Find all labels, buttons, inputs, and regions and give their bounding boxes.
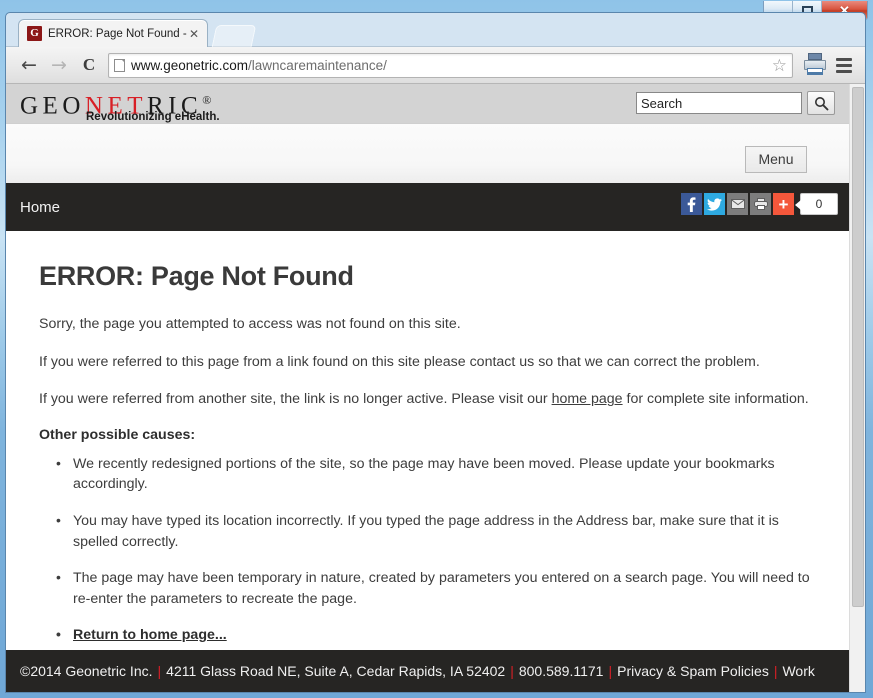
home-page-link[interactable]: home page (552, 391, 623, 407)
printer-top (808, 53, 822, 60)
address-bar[interactable]: www.geonetric.com/lawncaremaintenance/ ☆ (108, 52, 793, 78)
nav-item-home[interactable]: Home (20, 199, 60, 216)
page-title: ERROR: Page Not Found (39, 261, 354, 291)
site-menu-button[interactable]: Menu (745, 146, 807, 173)
browser-menu-icon[interactable] (831, 52, 857, 78)
url-host: www.geonetric.com (131, 57, 249, 73)
footer-separator-3: | (608, 663, 613, 679)
footer-copyright: ©2014 Geonetric Inc. (20, 663, 153, 679)
menu-line-3 (836, 69, 852, 73)
list-item: We recently redesigned portions of the s… (39, 453, 821, 495)
page-scrollbar[interactable] (849, 84, 865, 692)
social-share-bar: + 0 (681, 193, 838, 215)
browser-toolbar: ← → C www.geonetric.com/lawncaremaintena… (6, 46, 865, 84)
logo-tagline: Revolutionizing eHealth. (86, 111, 220, 123)
logo-part-geo: GEO (20, 92, 85, 120)
menu-band: Menu (6, 124, 851, 183)
bookmark-star-icon[interactable]: ☆ (772, 57, 787, 74)
search-icon (814, 96, 828, 110)
tab-title: ERROR: Page Not Found - (48, 27, 187, 40)
paragraph-3-after: for complete site information. (622, 391, 809, 408)
search-button[interactable] (807, 91, 835, 115)
favicon-icon: G (27, 26, 42, 41)
twitter-icon (707, 197, 722, 211)
new-tab-button[interactable] (211, 25, 257, 47)
url-path: /lawncaremaintenance/ (248, 57, 387, 73)
more-share-button[interactable]: + (773, 193, 794, 215)
list-item-return-link: Return to home page... (39, 624, 821, 646)
menu-line-2 (836, 63, 852, 67)
browser-tabstrip: G ERROR: Page Not Found - ✕ (6, 13, 865, 47)
footer-separator-4: | (773, 663, 778, 679)
url-text: www.geonetric.com/lawncaremaintenance/ (131, 58, 387, 73)
tab-close-icon[interactable]: ✕ (187, 27, 201, 41)
os-window-frame: ✕ G ERROR: Page Not Found - ✕ ← → C www.… (0, 0, 873, 698)
print-share-button[interactable] (750, 193, 771, 215)
email-share-button[interactable] (727, 193, 748, 215)
menu-line-1 (836, 57, 852, 61)
web-page: GEONETRIC® Revolutionizing eHealth. Sear… (6, 84, 851, 692)
site-footer: ©2014 Geonetric Inc. | 4211 Glass Road NE,… (6, 650, 851, 692)
error-paragraph-3: If you were referred from another site, … (39, 389, 821, 410)
site-search (636, 91, 835, 115)
footer-work-link[interactable]: Work (782, 663, 814, 679)
print-icon (753, 198, 768, 210)
footer-separator-1: | (157, 663, 162, 679)
footer-phone: 800.589.1171 (518, 663, 604, 679)
forward-button[interactable]: → (44, 50, 74, 80)
error-paragraph-2: If you were referred to this page from a… (39, 353, 760, 370)
main-content: ERROR: Page Not Found Sorry, the page yo… (6, 231, 851, 646)
footer-separator-2: | (510, 663, 514, 679)
return-home-link[interactable]: Return to home page... (73, 627, 227, 643)
twitter-share-button[interactable] (704, 193, 725, 215)
causes-list: We recently redesigned portions of the s… (39, 453, 821, 646)
scrollbar-thumb[interactable] (852, 87, 864, 607)
facebook-share-button[interactable] (681, 193, 702, 215)
browser-window: G ERROR: Page Not Found - ✕ ← → C www.ge… (5, 12, 866, 693)
site-navigation-bar: Home + 0 (6, 183, 851, 231)
envelope-icon (730, 199, 745, 209)
reload-button[interactable]: C (74, 50, 104, 80)
site-header: GEONETRIC® Revolutionizing eHealth. (6, 84, 851, 124)
paragraph-3-before: If you were referred from another site, … (39, 391, 552, 408)
error-paragraph-1: Sorry, the page you attempted to access … (39, 316, 461, 332)
footer-text: ©2014 Geonetric Inc. | 4211 Glass Road NE,… (20, 663, 815, 679)
registered-trademark-icon: ® (202, 93, 212, 107)
printer-output (807, 68, 823, 75)
footer-address: 4211 Glass Road NE, Suite A, Cedar Rapid… (166, 663, 506, 679)
plus-icon: + (778, 194, 789, 214)
list-item: The page may have been temporary in natu… (39, 567, 821, 609)
search-input[interactable] (636, 92, 802, 114)
list-item: You may have typed its location incorrec… (39, 510, 821, 552)
causes-heading: Other possible causes: (39, 426, 196, 443)
page-viewport: GEONETRIC® Revolutionizing eHealth. Sear… (6, 84, 865, 692)
back-button[interactable]: ← (14, 50, 44, 80)
share-count-badge: 0 (795, 193, 838, 215)
printer-icon[interactable] (804, 52, 826, 78)
footer-privacy-link[interactable]: Privacy & Spam Policies (617, 663, 769, 679)
browser-tab[interactable]: G ERROR: Page Not Found - ✕ (18, 19, 208, 47)
facebook-icon (687, 196, 696, 212)
page-document-icon (114, 58, 125, 72)
